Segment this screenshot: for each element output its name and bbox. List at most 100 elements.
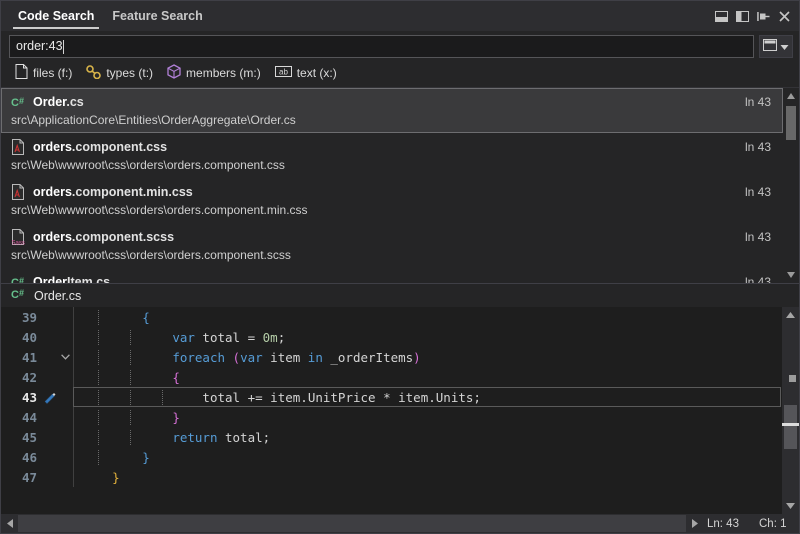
results-scroll-thumb[interactable] [786,106,796,140]
hscroll-right-arrow-icon[interactable] [686,515,703,532]
code-line: 45 return total; [1,427,799,447]
indent-guide [98,450,99,465]
svg-text:C: C [11,289,19,301]
search-result-item[interactable]: C#OrderItem.csln 43 [1,268,783,283]
dock-side-icon[interactable] [734,8,750,24]
code-line: 43 total += item.UnitPrice * item.Units; [1,387,799,407]
scroll-down-arrow-icon[interactable] [783,267,799,283]
search-result-line-label: ln 43 [745,275,775,284]
indent-guide [98,330,99,345]
pin-icon[interactable] [755,8,771,24]
tab-code-search[interactable]: Code Search [9,1,103,31]
code-tokens: return total; [82,430,270,445]
css-icon [11,139,33,155]
code-line-text: } [74,470,799,485]
tab-feature-search-label: Feature Search [112,9,202,23]
search-results-list: C#Order.csln 43src\ApplicationCore\Entit… [1,87,799,283]
file-icon [15,64,28,82]
code-line-text: return total; [74,430,799,445]
preview-title-bar: C# Order.cs [1,284,799,307]
status-bar: Ln: 43 Ch: 1 [1,514,799,533]
search-result-name: orders.component.scss [33,230,745,244]
search-result-line-label: ln 43 [745,230,775,244]
filter-types-label: types (t:) [106,66,153,80]
preview-scroll-thumb[interactable] [784,405,797,449]
search-result-item[interactable]: C#Order.csln 43src\ApplicationCore\Entit… [1,88,783,133]
indent-guide [98,430,99,445]
preview-body: 39 {40 var total = 0m;41 foreach (var it… [1,307,799,514]
code-line-text: foreach (var item in _orderItems) [74,350,799,365]
svg-text:ab: ab [279,67,288,76]
search-result-name: Order.cs [33,95,745,109]
csharp-icon: C# [11,287,27,304]
indent-guide [98,410,99,425]
line-number: 45 [1,430,41,445]
filter-text-label: text (x:) [297,66,337,80]
search-result-line-label: ln 43 [745,185,775,199]
code-search-tool-window: Code Search Feature Search order:43 [0,0,800,534]
svg-text:#: # [19,276,24,284]
search-result-item[interactable]: orders.component.min.cssln 43 src\Web\www… [1,178,783,223]
scroll-annotation-marker [789,375,796,382]
search-results-scroll-area: C#Order.csln 43src\ApplicationCore\Entit… [1,88,783,283]
indent-guide [98,370,99,385]
types-icon [86,65,101,82]
code-line-text: { [74,310,799,325]
filter-types[interactable]: types (t:) [86,65,153,82]
hscroll-left-arrow-icon[interactable] [1,515,18,532]
code-tokens: } [82,470,120,485]
search-result-item[interactable]: orders.component.cssln 43src\Web\wwwroot… [1,133,783,178]
search-scope-dropdown-button[interactable] [759,35,793,58]
search-row: order:43 [1,31,799,61]
search-result-path: src\Web\wwwroot\css\orders\orders.compon… [11,158,775,172]
results-scroll-track[interactable] [783,104,799,267]
preview-scroll-track[interactable] [782,323,799,498]
filter-text[interactable]: ab text (x:) [275,65,337,81]
line-number: 46 [1,450,41,465]
line-number: 43 [1,390,41,405]
code-tokens: { [82,310,150,325]
indent-guide [162,390,163,405]
tab-feature-search[interactable]: Feature Search [103,1,211,31]
code-editor-area[interactable]: 39 {40 var total = 0m;41 foreach (var it… [1,307,799,514]
search-result-line-label: ln 43 [745,140,775,154]
horizontal-scroll-track[interactable] [18,515,686,532]
preview-scroll-down-arrow-icon[interactable] [782,498,799,514]
code-tokens: } [82,450,150,465]
indent-guide [130,330,131,345]
filter-files[interactable]: files (f:) [15,64,72,82]
tab-code-search-label: Code Search [18,9,94,23]
status-char-number: Ch: 1 [755,518,799,530]
line-number: 42 [1,370,41,385]
filter-members-label: members (m:) [186,66,261,80]
search-result-name: orders.component.min.css [33,185,745,199]
svg-text:#: # [19,96,24,106]
bookmark-icon[interactable] [41,391,57,404]
members-cube-icon [167,64,181,82]
search-result-path: src\Web\wwwroot\css\orders\orders.compon… [11,203,775,217]
code-line-text: } [74,410,799,425]
window-list-icon [763,38,777,56]
search-result-path: src\ApplicationCore\Entities\OrderAggreg… [11,113,775,127]
scroll-up-arrow-icon[interactable] [783,88,799,104]
indent-guide [130,390,131,405]
preview-scroll-up-arrow-icon[interactable] [782,307,799,323]
search-input[interactable]: order:43 [9,35,754,58]
results-vertical-scrollbar[interactable] [783,88,799,283]
line-number: 39 [1,310,41,325]
close-icon[interactable] [776,8,792,24]
preview-vertical-scrollbar[interactable] [782,307,799,514]
line-number: 47 [1,470,41,485]
fold-chevron-down-icon[interactable] [57,354,73,360]
window-controls [713,1,799,31]
code-line: 44 } [1,407,799,427]
dock-bottom-icon[interactable] [713,8,729,24]
svg-text:C: C [11,97,19,109]
csharp-icon: C# [11,275,33,284]
indent-guide [130,430,131,445]
code-line: 41 foreach (var item in _orderItems) [1,347,799,367]
text-ab-icon: ab [275,65,292,81]
search-result-item[interactable]: Sassorders.component.scssln 43src\Web\ww… [1,223,783,268]
search-result-name: OrderItem.cs [33,275,745,284]
filter-members[interactable]: members (m:) [167,64,261,82]
